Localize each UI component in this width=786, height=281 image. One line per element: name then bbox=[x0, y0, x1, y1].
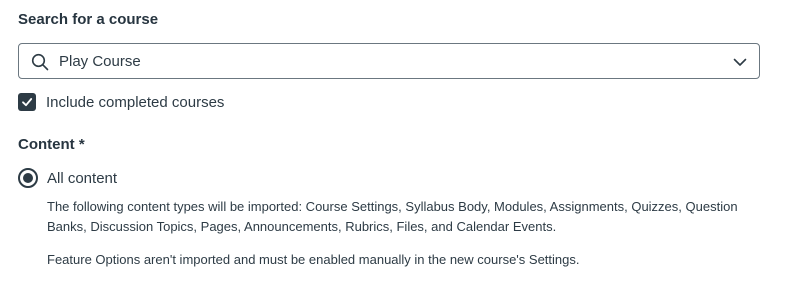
course-search-input[interactable] bbox=[59, 44, 719, 78]
all-content-radio[interactable] bbox=[18, 168, 38, 188]
radio-selected-dot bbox=[23, 173, 33, 183]
include-completed-checkbox[interactable] bbox=[18, 93, 36, 111]
search-icon bbox=[31, 53, 49, 71]
chevron-down-icon[interactable] bbox=[733, 55, 747, 69]
course-search-combobox[interactable] bbox=[18, 43, 760, 79]
content-description: The following content types will be impo… bbox=[47, 199, 738, 234]
include-completed-label: Include completed courses bbox=[46, 93, 225, 111]
all-content-option[interactable]: All content bbox=[18, 168, 117, 188]
checkmark-icon bbox=[22, 98, 33, 107]
content-section-label: Content * bbox=[18, 136, 85, 153]
feature-options-note: Feature Options aren't imported and must… bbox=[47, 252, 580, 267]
all-content-label: All content bbox=[47, 169, 118, 187]
search-course-label: Search for a course bbox=[18, 11, 159, 28]
include-completed-option[interactable]: Include completed courses bbox=[18, 92, 224, 112]
